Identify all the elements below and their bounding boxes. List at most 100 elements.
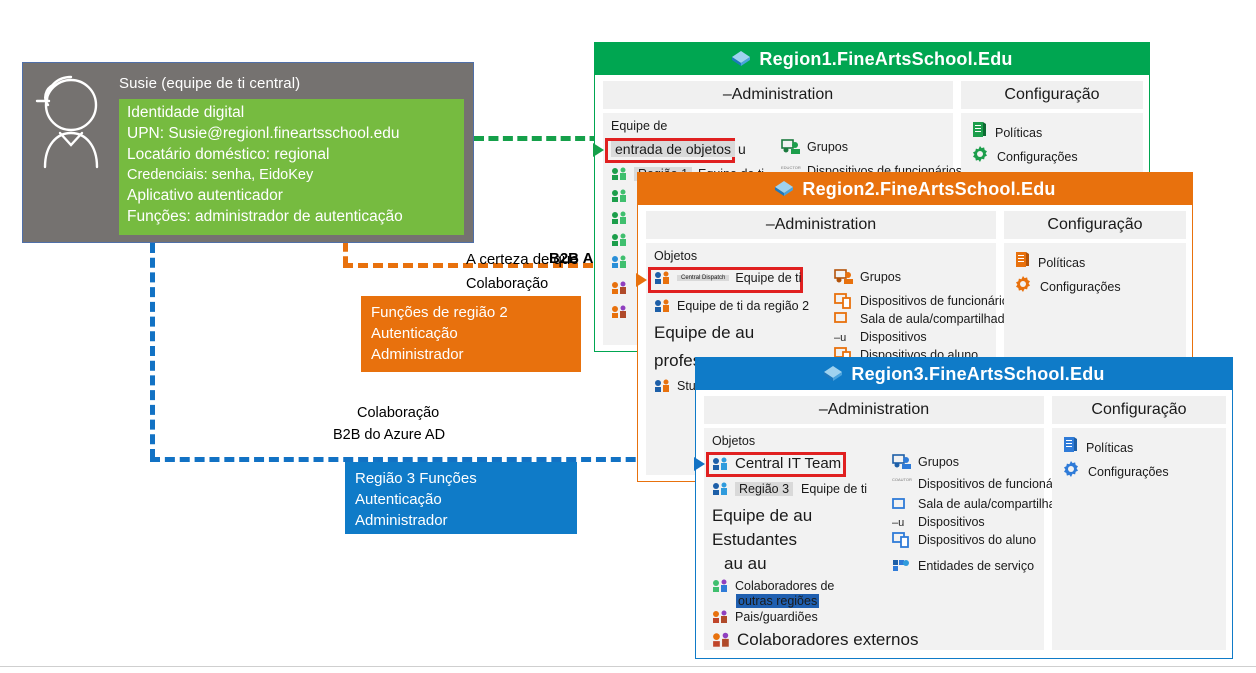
blue-dashed-vertical-connector	[150, 243, 155, 459]
region2-left-item[interactable]: Equipe de ti da região 2	[654, 299, 809, 313]
region3-left-item-label: Colaboradores de	[735, 579, 835, 593]
region1-external-row[interactable]	[611, 305, 634, 319]
region3-right-item[interactable]: Dispositivos do aluno	[892, 532, 1036, 548]
region3-chip-suffix: Equipe de ti	[801, 482, 868, 496]
region1-config-item-policies[interactable]: Políticas	[971, 121, 1042, 144]
region1-team-row[interactable]	[611, 255, 634, 269]
region3-config-label: Políticas	[1086, 440, 1134, 455]
region3-right-item-label: Dispositivos	[918, 515, 985, 529]
persona-detail-identity: Identidade digital	[127, 104, 245, 121]
persona-card-susie: Susie (equipe de ti central) Identidade …	[22, 62, 474, 243]
service-principal-icon	[892, 558, 912, 574]
region1-config-col-title: Configuração	[961, 81, 1143, 109]
persona-detail-authenticator: Aplicativo autenticador	[127, 187, 283, 204]
panel-region3-title: Region3.FineArtsSchool.Edu	[851, 363, 1105, 384]
region2-right-item[interactable]: Sala de aula/compartilhada	[834, 311, 1012, 327]
team-icon	[611, 233, 628, 247]
azure-cube-icon	[731, 49, 751, 69]
u-icon: –u	[834, 329, 854, 345]
groups-icon	[834, 269, 854, 285]
region3-team-row[interactable]: Região 3 Equipe de ti	[712, 482, 867, 496]
region1-highlight-text: entrada de objetos	[611, 141, 735, 157]
region2-config-label: Políticas	[1038, 255, 1086, 270]
svg-text:EDUCTORES: EDUCTORES	[781, 165, 801, 170]
region3-external-row[interactable]: Colaboradores externos	[712, 630, 918, 650]
region2-right-item[interactable]: –u Dispositivos	[834, 329, 927, 345]
region3-collab-row[interactable]: Colaboradores de	[712, 579, 834, 593]
region3-config-item-policies[interactable]: Políticas	[1062, 436, 1133, 459]
region2-right-item[interactable]: Grupos	[834, 269, 901, 285]
team-icon	[611, 189, 628, 203]
region1-highlight-suffix: u	[737, 141, 746, 157]
diagram-canvas: Susie (equipe de ti central) Identidade …	[0, 0, 1256, 673]
region3-highlighted-item[interactable]: Central IT Team	[712, 455, 841, 472]
panel-region1-header: Region1.FineArtsSchool.Edu	[595, 43, 1149, 75]
region3-left-item-label: Colaboradores externos	[737, 630, 919, 649]
region3-config-col-body: Políticas Configurações	[1052, 428, 1226, 650]
label-box-region2-roles: Funções de região 2 Autenticação Adminis…	[361, 296, 581, 372]
region3-right-item[interactable]: COAUTORES Dispositivos de funcionários	[892, 476, 1073, 492]
orange-dashed-vertical-connector	[343, 243, 348, 265]
region3-parents-row[interactable]: Pais/guardiões	[712, 610, 818, 624]
region3-left-item-label: au au	[724, 554, 767, 573]
policy-scroll-icon	[1062, 436, 1078, 459]
region3-selected-text: outras regiões	[736, 594, 820, 608]
azure-cube-icon	[823, 364, 843, 384]
policy-scroll-icon	[971, 121, 987, 144]
region1-objects-label: Equipe de	[611, 119, 668, 133]
region2-right-item-label: Sala de aula/compartilhada	[860, 312, 1012, 326]
label-box-region3-roles: Região 3 Funções Autenticação Administra…	[345, 462, 577, 534]
green-dashed-connector	[474, 136, 614, 141]
region2-right-item-label: Dispositivos	[860, 330, 927, 344]
u-icon: –u	[892, 514, 912, 530]
region2-role-line-1: Funções de região 2	[371, 304, 508, 321]
region3-right-item-label: Dispositivos de funcionários	[918, 477, 1073, 491]
region1-team-row[interactable]	[611, 233, 634, 247]
region3-highlight-text: Central IT Team	[735, 455, 842, 472]
panel-region2-title: Region2.FineArtsSchool.Edu	[802, 178, 1056, 199]
region1-external-row[interactable]	[611, 281, 634, 295]
region1-team-row[interactable]	[611, 189, 634, 203]
region2-admin-col-title: –Administration	[646, 211, 996, 239]
region3-right-item[interactable]: Grupos	[892, 454, 959, 470]
region2-highlight-text: Equipe de ti	[735, 271, 802, 285]
region3-left-item-label: Equipe de au	[712, 506, 813, 525]
region1-config-item-settings[interactable]: Configurações	[971, 145, 1078, 168]
region3-right-item[interactable]: –u Dispositivos	[892, 514, 985, 530]
region2-right-item-label: Dispositivos de funcionários	[860, 294, 1015, 308]
region1-team-row[interactable]	[611, 211, 634, 225]
device-icon: COAUTORES	[892, 476, 912, 492]
gear-icon	[1014, 275, 1032, 298]
team-icon	[654, 379, 671, 393]
team-icon	[712, 457, 729, 471]
region3-right-item[interactable]: Entidades de serviço	[892, 558, 1034, 574]
persona-name: Susie (equipe de ti central)	[119, 75, 301, 92]
region3-config-item-settings[interactable]: Configurações	[1062, 460, 1169, 483]
persona-detail-tenant: Locatário doméstico: regional	[127, 146, 330, 163]
region3-admin-col-body: Objetos Central IT Team Região 3 Equipe …	[694, 428, 1073, 650]
region2-config-item-settings[interactable]: Configurações	[1014, 275, 1121, 298]
panel-region3: Region3.FineArtsSchool.Edu –Administrati…	[694, 357, 1233, 659]
region2-right-item[interactable]: Dispositivos de funcionários	[834, 293, 1015, 309]
region2-highlighted-item[interactable]: Central Dispatch Equipe de ti	[654, 271, 801, 285]
region2-config-label: Configurações	[1040, 279, 1121, 294]
region3-right-item[interactable]: Sala de aula/compartilhada	[892, 496, 1070, 512]
annotation-collab-short: Colaboração	[466, 276, 549, 292]
region2-left-item-label: Equipe de ti da região 2	[677, 299, 810, 313]
external-collab-icon	[712, 579, 729, 593]
person-avatar-icon	[31, 71, 105, 171]
groups-icon	[781, 139, 801, 155]
groups-icon	[892, 454, 912, 470]
region1-right-item[interactable]: Grupos	[781, 139, 848, 155]
region3-config-col-title: Configuração	[1052, 396, 1226, 424]
region2-role-line-3: Administrador	[371, 346, 464, 363]
gear-icon	[971, 145, 989, 168]
region2-config-item-policies[interactable]: Políticas	[1014, 251, 1085, 274]
external-collab-icon	[611, 281, 628, 295]
region1-item-pointer	[593, 143, 604, 157]
region1-highlighted-item[interactable]: entrada de objetos u	[611, 141, 746, 157]
region3-config-label: Configurações	[1088, 464, 1169, 479]
region2-left-item[interactable]: Stu	[654, 379, 696, 393]
annotation-collab-line1: Colaboração	[357, 405, 440, 421]
svg-text:–u: –u	[892, 517, 904, 529]
